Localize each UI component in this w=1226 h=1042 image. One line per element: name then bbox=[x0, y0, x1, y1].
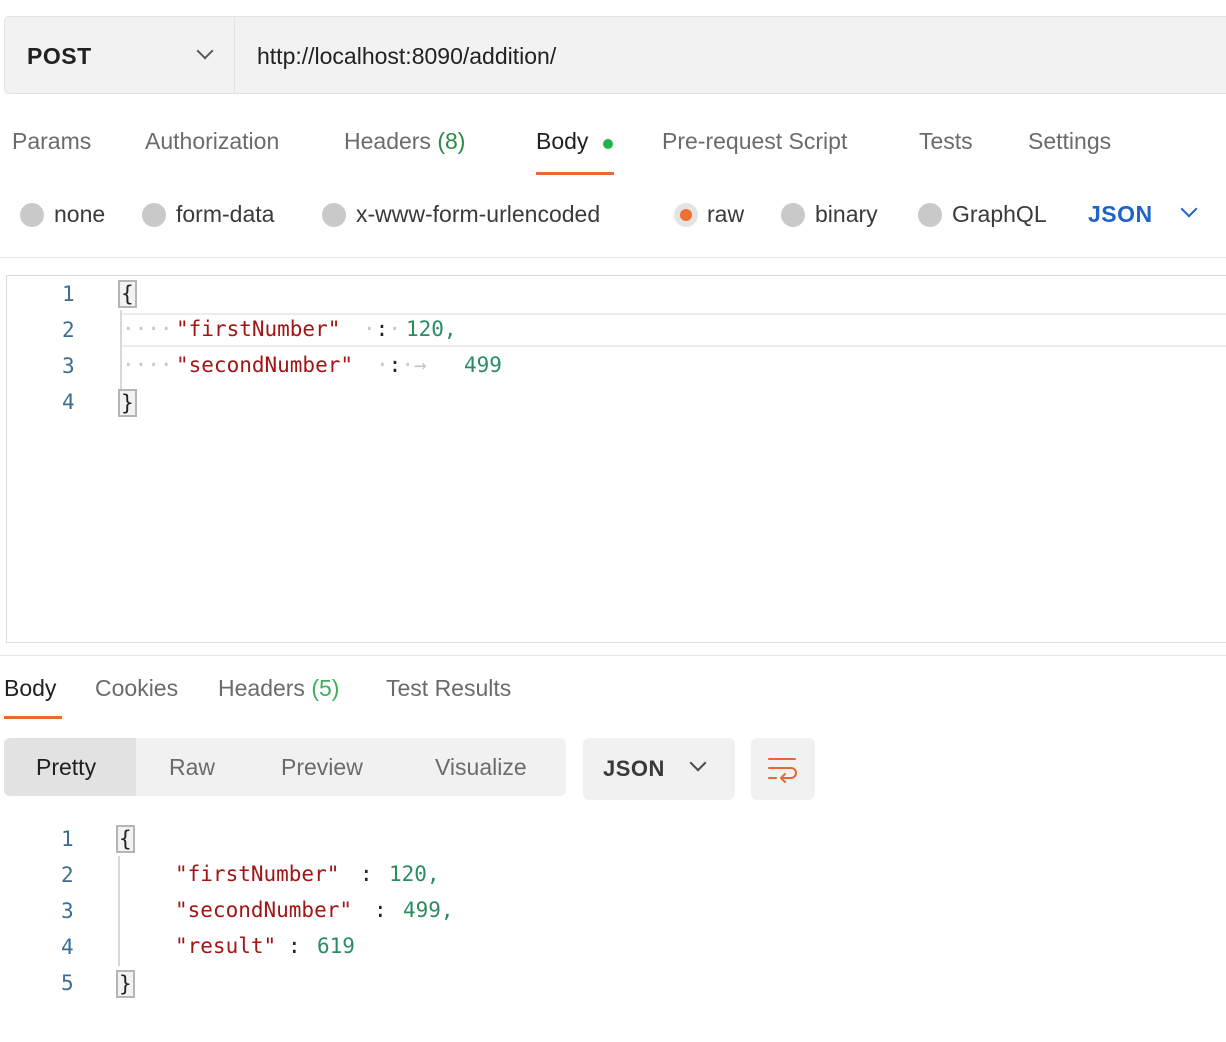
active-tab-underline bbox=[4, 716, 62, 719]
response-key: "firstNumber" bbox=[175, 862, 340, 886]
line-number: 4 bbox=[61, 935, 74, 959]
response-value: 499, bbox=[403, 898, 454, 922]
radio-binary-label[interactable]: binary bbox=[815, 201, 878, 228]
response-key: "result" bbox=[175, 934, 277, 958]
radio-graphql[interactable] bbox=[918, 203, 942, 227]
response-tab-cookies[interactable]: Cookies bbox=[95, 675, 178, 702]
active-tab-underline bbox=[536, 172, 614, 175]
indent-guide bbox=[118, 856, 120, 966]
radio-form-data-label[interactable]: form-data bbox=[176, 201, 274, 228]
tab-headers-count: (8) bbox=[437, 128, 466, 154]
line-number: 2 bbox=[62, 318, 75, 342]
radio-urlencoded[interactable] bbox=[322, 203, 346, 227]
view-preview[interactable]: Preview bbox=[281, 754, 363, 781]
whitespace-dots: ···· bbox=[122, 353, 173, 377]
close-brace: } bbox=[116, 970, 135, 998]
tab-headers-label: Headers bbox=[344, 128, 438, 154]
view-pretty[interactable]: Pretty bbox=[36, 754, 96, 781]
response-format-label: JSON bbox=[603, 756, 665, 781]
line-number: 4 bbox=[62, 390, 75, 414]
code-value: 120, bbox=[406, 317, 457, 341]
whitespace-dots: ···· bbox=[122, 317, 173, 341]
language-select[interactable]: JSON bbox=[1088, 201, 1153, 228]
line-number: 3 bbox=[61, 899, 74, 923]
response-value: 120, bbox=[389, 862, 440, 886]
tab-pre-request-script[interactable]: Pre-request Script bbox=[662, 128, 847, 155]
line-number: 5 bbox=[61, 971, 74, 995]
response-key: "secondNumber" bbox=[175, 898, 353, 922]
radio-graphql-label[interactable]: GraphQL bbox=[952, 201, 1047, 228]
code-colon: ·:·→ bbox=[376, 353, 427, 377]
line-number: 1 bbox=[61, 827, 74, 851]
line-number: 3 bbox=[62, 354, 75, 378]
chevron-down-icon bbox=[196, 42, 214, 60]
radio-urlencoded-label[interactable]: x-www-form-urlencoded bbox=[356, 201, 600, 228]
method-label: POST bbox=[27, 43, 92, 69]
response-value: 619 bbox=[317, 934, 355, 958]
modified-dot-icon bbox=[603, 139, 613, 149]
response-tab-body[interactable]: Body bbox=[4, 675, 56, 702]
code-colon: : bbox=[288, 934, 301, 958]
radio-none[interactable] bbox=[20, 203, 44, 227]
tab-headers[interactable]: Headers (8) bbox=[344, 128, 465, 155]
radio-form-data[interactable] bbox=[142, 203, 166, 227]
response-tab-headers-label: Headers bbox=[218, 675, 312, 701]
url-input[interactable]: http://localhost:8090/addition/ bbox=[257, 43, 556, 70]
divider bbox=[0, 257, 1226, 258]
tab-params[interactable]: Params bbox=[12, 128, 91, 155]
view-raw[interactable]: Raw bbox=[169, 754, 215, 781]
chevron-down-icon[interactable] bbox=[1180, 200, 1198, 218]
radio-raw-label[interactable]: raw bbox=[707, 201, 744, 228]
radio-none-label[interactable]: none bbox=[54, 201, 105, 228]
radio-raw[interactable] bbox=[674, 203, 698, 227]
line-number: 1 bbox=[62, 282, 75, 306]
tab-settings[interactable]: Settings bbox=[1028, 128, 1111, 155]
response-tab-headers-count: (5) bbox=[311, 675, 340, 701]
line-number: 2 bbox=[61, 863, 74, 887]
code-colon: : bbox=[374, 898, 387, 922]
tab-tests[interactable]: Tests bbox=[919, 128, 973, 155]
view-visualize[interactable]: Visualize bbox=[435, 754, 527, 781]
response-tab-test-results[interactable]: Test Results bbox=[386, 675, 511, 702]
tab-authorization[interactable]: Authorization bbox=[145, 128, 279, 155]
request-bar: POST http://localhost:8090/addition/ bbox=[4, 16, 1226, 94]
open-brace: { bbox=[118, 280, 137, 308]
code-value: 499 bbox=[464, 353, 502, 377]
wrap-lines-icon bbox=[768, 758, 797, 783]
code-key: "secondNumber" bbox=[176, 353, 354, 377]
radio-binary[interactable] bbox=[781, 203, 805, 227]
response-tab-headers[interactable]: Headers (5) bbox=[218, 675, 339, 702]
code-colon: ·:· bbox=[363, 317, 401, 341]
divider bbox=[0, 655, 1226, 656]
code-key: "firstNumber" bbox=[176, 317, 341, 341]
method-select[interactable]: POST bbox=[5, 17, 235, 93]
open-brace: { bbox=[116, 825, 135, 853]
code-colon: : bbox=[360, 862, 373, 886]
wrap-lines-button[interactable] bbox=[751, 738, 815, 800]
close-brace: } bbox=[118, 389, 137, 417]
tab-body[interactable]: Body bbox=[536, 128, 588, 155]
